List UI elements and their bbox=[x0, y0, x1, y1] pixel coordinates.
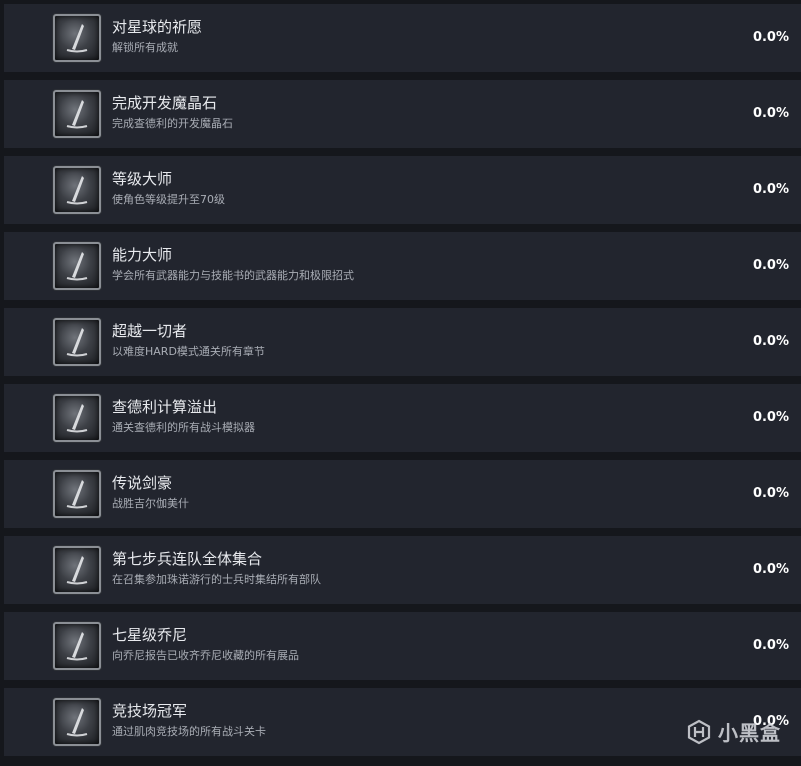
achievement-row[interactable]: 竞技场冠军 通过肌肉竞技场的所有战斗关卡 0.0% bbox=[4, 688, 801, 756]
achievement-percent: 0.0% bbox=[752, 486, 789, 501]
achievement-description: 在召集参加珠诺游行的士兵时集结所有部队 bbox=[112, 573, 321, 586]
achievement-locked-icon bbox=[53, 622, 101, 670]
achievement-title: 完成开发魔晶石 bbox=[112, 94, 218, 112]
achievement-description: 通过肌肉竞技场的所有战斗关卡 bbox=[112, 725, 266, 738]
achievement-title: 传说剑豪 bbox=[112, 474, 173, 492]
achievement-title: 超越一切者 bbox=[112, 322, 188, 340]
heybox-logo-icon bbox=[687, 719, 711, 744]
achievement-title: 竞技场冠军 bbox=[112, 702, 188, 720]
achievement-percent: 0.0% bbox=[752, 258, 789, 273]
watermark: 小黑盒 bbox=[686, 717, 781, 746]
achievement-title: 能力大师 bbox=[112, 246, 173, 264]
achievement-title: 对星球的祈愿 bbox=[112, 18, 203, 36]
watermark-text: 小黑盒 bbox=[718, 721, 781, 745]
achievement-locked-icon bbox=[53, 546, 101, 594]
achievement-percent: 0.0% bbox=[752, 30, 789, 45]
achievement-description: 学会所有武器能力与技能书的武器能力和极限招式 bbox=[112, 269, 354, 282]
achievement-title: 等级大师 bbox=[112, 170, 173, 188]
achievement-locked-icon bbox=[53, 394, 101, 442]
achievement-locked-icon bbox=[53, 14, 101, 62]
achievement-locked-icon bbox=[53, 166, 101, 214]
achievement-row[interactable]: 等级大师 使角色等级提升至70级 0.0% bbox=[4, 156, 801, 224]
achievement-percent: 0.0% bbox=[752, 638, 789, 653]
achievement-row[interactable]: 查德利计算溢出 通关查德利的所有战斗模拟器 0.0% bbox=[4, 384, 801, 452]
achievement-locked-icon bbox=[53, 470, 101, 518]
achievement-row[interactable]: 超越一切者 以难度HARD模式通关所有章节 0.0% bbox=[4, 308, 801, 376]
achievement-description: 解锁所有成就 bbox=[112, 41, 178, 54]
achievement-title: 第七步兵连队全体集合 bbox=[112, 550, 263, 568]
achievement-description: 战胜吉尔伽美什 bbox=[112, 497, 189, 510]
achievement-row[interactable]: 对星球的祈愿 解锁所有成就 0.0% bbox=[4, 4, 801, 72]
achievement-percent: 0.0% bbox=[752, 334, 789, 349]
achievement-row[interactable]: 第七步兵连队全体集合 在召集参加珠诺游行的士兵时集结所有部队 0.0% bbox=[4, 536, 801, 604]
achievement-locked-icon bbox=[53, 242, 101, 290]
achievement-locked-icon bbox=[53, 90, 101, 138]
achievement-percent: 0.0% bbox=[752, 182, 789, 197]
achievement-row[interactable]: 七星级乔尼 向乔尼报告已收齐乔尼收藏的所有展品 0.0% bbox=[4, 612, 801, 680]
achievement-percent: 0.0% bbox=[752, 106, 789, 121]
achievement-percent: 0.0% bbox=[752, 410, 789, 425]
achievement-description: 通关查德利的所有战斗模拟器 bbox=[112, 421, 255, 434]
achievement-locked-icon bbox=[53, 698, 101, 746]
achievement-percent: 0.0% bbox=[752, 562, 789, 577]
achievement-title: 查德利计算溢出 bbox=[112, 398, 218, 416]
achievement-description: 完成查德利的开发魔晶石 bbox=[112, 117, 233, 130]
achievement-row[interactable]: 能力大师 学会所有武器能力与技能书的武器能力和极限招式 0.0% bbox=[4, 232, 801, 300]
achievement-list: 对星球的祈愿 解锁所有成就 0.0% 完成开发魔晶石 完成查德利的开发魔晶石 0… bbox=[0, 0, 801, 766]
achievement-title: 七星级乔尼 bbox=[112, 626, 188, 644]
achievement-row[interactable]: 传说剑豪 战胜吉尔伽美什 0.0% bbox=[4, 460, 801, 528]
achievement-row[interactable]: 完成开发魔晶石 完成查德利的开发魔晶石 0.0% bbox=[4, 80, 801, 148]
achievement-locked-icon bbox=[53, 318, 101, 366]
achievement-description: 向乔尼报告已收齐乔尼收藏的所有展品 bbox=[112, 649, 299, 662]
achievement-description: 使角色等级提升至70级 bbox=[112, 193, 225, 206]
achievement-description: 以难度HARD模式通关所有章节 bbox=[112, 345, 265, 358]
